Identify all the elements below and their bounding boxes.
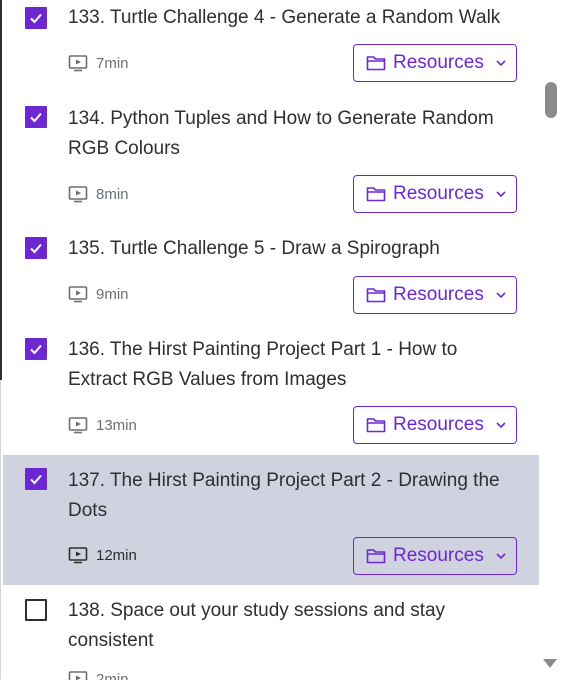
scroll-down-arrow-icon[interactable]: [543, 659, 557, 668]
folder-icon: [366, 288, 386, 303]
chevron-down-icon: [496, 553, 506, 560]
video-icon: [68, 186, 88, 203]
resources-label: Resources: [393, 545, 484, 566]
course-content-panel: 133. Turtle Challenge 4 - Generate a Ran…: [0, 0, 571, 683]
lecture-title[interactable]: 134. Python Tuples and How to Generate R…: [68, 104, 518, 164]
lecture-title[interactable]: 136. The Hirst Painting Project Part 1 -…: [68, 335, 518, 395]
section-divider: [0, 380, 1, 683]
chevron-down-icon: [496, 191, 506, 198]
duration-text: 13min: [96, 416, 137, 434]
completed-checkbox[interactable]: [25, 468, 47, 490]
completed-checkbox[interactable]: [25, 599, 47, 621]
check-icon: [30, 474, 42, 485]
duration-text: 7min: [96, 54, 129, 72]
resources-label: Resources: [393, 284, 484, 305]
chevron-down-icon: [496, 60, 506, 67]
video-icon: [68, 417, 88, 434]
check-icon: [30, 243, 42, 254]
lecture-item[interactable]: 138. Space out your study sessions and s…: [3, 585, 539, 683]
lecture-item[interactable]: 133. Turtle Challenge 4 - Generate a Ran…: [3, 0, 539, 100]
chevron-down-icon: [496, 292, 506, 299]
lecture-item[interactable]: 134. Python Tuples and How to Generate R…: [3, 100, 539, 230]
resources-button[interactable]: Resources: [353, 537, 517, 575]
duration-text: 8min: [96, 185, 129, 203]
lecture-duration: 13min: [68, 415, 137, 435]
completed-checkbox[interactable]: [25, 7, 47, 29]
duration-text: 9min: [96, 285, 129, 303]
folder-icon: [366, 56, 386, 71]
folder-icon: [366, 418, 386, 433]
completed-checkbox[interactable]: [25, 338, 47, 360]
lecture-item-current[interactable]: 137. The Hirst Painting Project Part 2 -…: [3, 455, 539, 585]
check-icon: [30, 344, 42, 355]
resources-label: Resources: [393, 183, 484, 204]
lecture-title[interactable]: 135. Turtle Challenge 5 - Draw a Spirogr…: [68, 234, 518, 264]
completed-checkbox[interactable]: [25, 106, 47, 128]
resources-button[interactable]: Resources: [353, 406, 517, 444]
lecture-item[interactable]: 135. Turtle Challenge 5 - Draw a Spirogr…: [3, 230, 539, 330]
lecture-duration: 7min: [68, 53, 129, 73]
lecture-item[interactable]: 136. The Hirst Painting Project Part 1 -…: [3, 330, 539, 455]
resources-label: Resources: [393, 414, 484, 435]
resources-button[interactable]: Resources: [353, 175, 517, 213]
lecture-duration: 8min: [68, 184, 129, 204]
lecture-duration: 9min: [68, 284, 129, 304]
folder-icon: [366, 187, 386, 202]
resources-label: Resources: [393, 52, 484, 73]
video-icon: [68, 286, 88, 303]
resources-button[interactable]: Resources: [353, 276, 517, 314]
check-icon: [30, 112, 42, 123]
lecture-title[interactable]: 138. Space out your study sessions and s…: [68, 596, 518, 656]
video-icon: [68, 55, 88, 72]
completed-checkbox[interactable]: [25, 237, 47, 259]
lecture-title[interactable]: 137. The Hirst Painting Project Part 2 -…: [68, 466, 518, 526]
section-divider: [0, 0, 2, 380]
lecture-duration: 12min: [68, 545, 137, 565]
video-icon: [68, 547, 88, 564]
duration-text: 12min: [96, 546, 137, 564]
scrollbar-thumb[interactable]: [545, 82, 557, 118]
folder-icon: [366, 549, 386, 564]
resources-button[interactable]: Resources: [353, 44, 517, 82]
lecture-title[interactable]: 133. Turtle Challenge 4 - Generate a Ran…: [68, 3, 518, 33]
check-icon: [30, 13, 42, 24]
chevron-down-icon: [496, 422, 506, 429]
